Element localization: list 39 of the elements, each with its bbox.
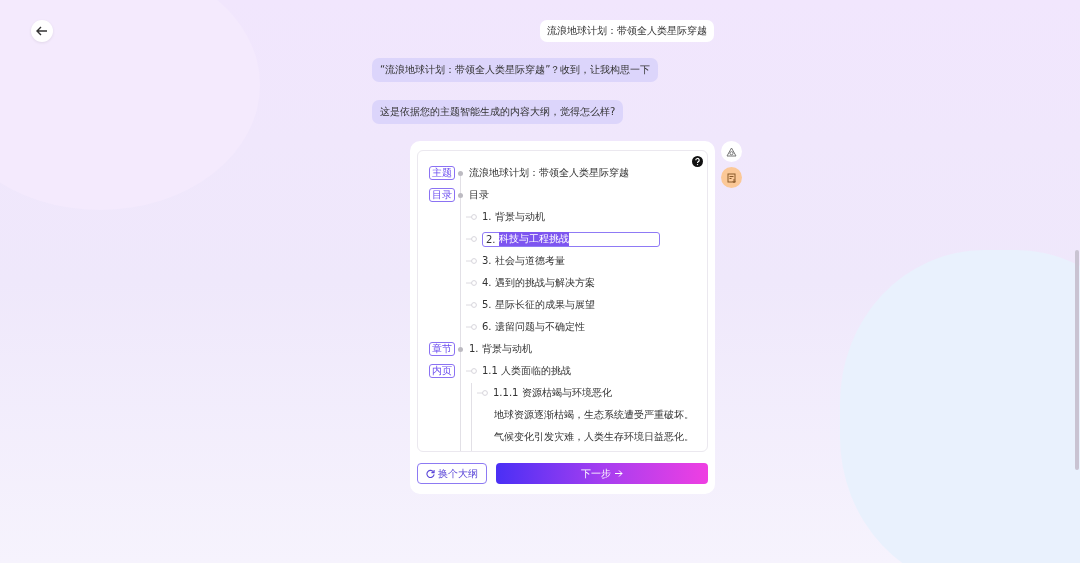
outline-item[interactable]: 目录 (469, 188, 489, 202)
outline-item[interactable]: 1.1.1 资源枯竭与环境恶化 (493, 386, 612, 400)
node-connector-icon (466, 280, 477, 286)
outline-item[interactable]: 1.1 人类面临的挑战 (482, 364, 572, 378)
assistant-message: “流浪地球计划：带领全人类星际穿越”？收到，让我构思一下 (372, 58, 659, 82)
scrollbar[interactable] (1075, 250, 1079, 470)
assistant-message: 这是依据您的主题智能生成的内容大纲，觉得怎么样? (372, 100, 624, 124)
section-tag: 内页 (429, 364, 455, 378)
outline-item[interactable]: 1. 背景与动机 (482, 210, 545, 224)
document-icon (726, 172, 737, 183)
outline-item[interactable]: 1. 背景与动机 (469, 342, 532, 356)
outline-item-input[interactable]: 2. 科技与工程挑战 (482, 231, 660, 247)
node-connector-icon (477, 390, 488, 396)
outline-item[interactable]: 3. 社会与道德考量 (482, 254, 565, 268)
triangle-arrows-icon (726, 146, 737, 157)
node-connector-icon (466, 324, 477, 330)
outline-item[interactable]: 气候变化引发灾难，人类生存环境日益恶化。 (494, 430, 694, 444)
outline-item[interactable]: 4. 遇到的挑战与解决方案 (482, 276, 595, 290)
change-outline-button[interactable]: 换个大纲 (417, 463, 487, 484)
back-arrow-icon (36, 26, 48, 36)
arrow-right-icon (615, 470, 623, 477)
section-tag: 主题 (429, 166, 455, 180)
node-connector-icon (466, 302, 477, 308)
node-connector-icon (466, 236, 477, 242)
next-step-button[interactable]: 下一步 (496, 463, 708, 484)
help-icon[interactable] (692, 156, 703, 167)
section-tag: 目录 (429, 188, 455, 202)
outline-item[interactable]: 6. 遗留问题与不确定性 (482, 320, 585, 334)
export-button[interactable] (721, 167, 742, 188)
outline-item[interactable]: 流浪地球计划：带领全人类星际穿越 (469, 166, 629, 180)
outline-item[interactable]: 5. 星际长征的成果与展望 (482, 298, 595, 312)
user-message: 流浪地球计划：带领全人类星际穿越 (540, 20, 714, 42)
outline-item[interactable]: 地球资源逐渐枯竭，生态系统遭受严重破坏。 (494, 408, 694, 422)
section-tag: 章节 (429, 342, 455, 356)
node-connector-icon (466, 258, 477, 264)
recycle-button[interactable] (721, 141, 742, 162)
node-connector-icon (466, 214, 477, 220)
node-connector-icon (466, 368, 477, 374)
refresh-icon (426, 469, 435, 478)
